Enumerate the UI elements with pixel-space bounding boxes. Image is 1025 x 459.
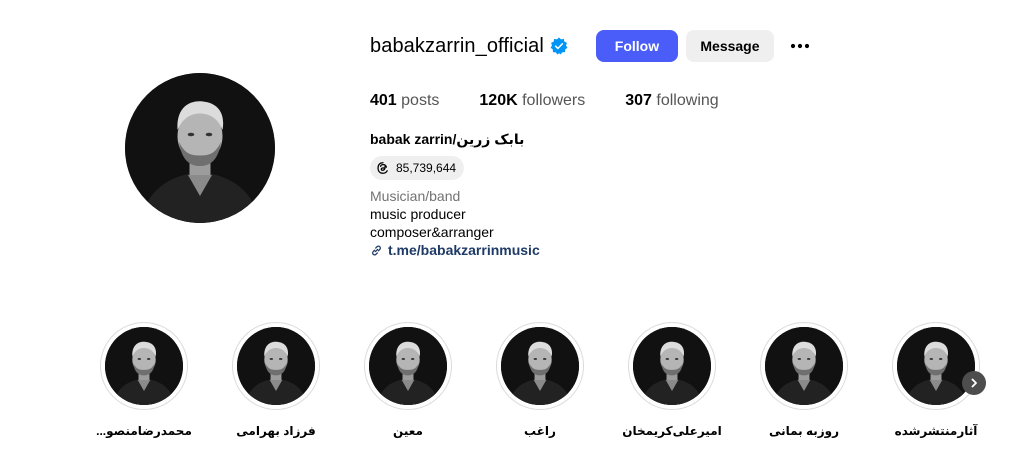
posts-count: 401 [370, 92, 397, 109]
highlight-item[interactable]: فرزاد بهرامی [231, 322, 321, 438]
link-icon [372, 245, 381, 255]
profile-category: Musician/band [370, 188, 461, 204]
highlight-label: معین [393, 424, 423, 438]
highlight-label: امیرعلی‌کریمخان [622, 424, 722, 438]
highlight-item[interactable]: آثارمنتشرشده [891, 322, 981, 438]
following-count: 307 [625, 92, 652, 109]
verified-badge-icon [550, 37, 568, 55]
highlight-ring [232, 322, 320, 410]
threads-icon [377, 162, 388, 174]
profile-photo [125, 73, 275, 223]
posts-label: posts [401, 92, 440, 109]
highlight-item[interactable]: محمدرضامنصو... [96, 322, 192, 438]
follow-button[interactable]: Follow [595, 30, 678, 62]
highlight-item[interactable]: روزبه بمانی [759, 322, 849, 438]
highlight-label: روزبه بمانی [768, 424, 840, 438]
bio-line: music producer [370, 206, 466, 222]
highlight-cover [633, 327, 711, 405]
highlight-label: آثارمنتشرشده [894, 424, 978, 438]
story-highlights: محمدرضامنصو... فرزاد بهرامی معین راغب ام… [0, 0, 1025, 459]
username: babakzarrin_official [370, 34, 544, 57]
following-stat[interactable]: 307 following [625, 92, 718, 110]
highlight-item[interactable]: امیرعلی‌کریمخان [622, 322, 722, 438]
highlight-cover [237, 327, 315, 405]
following-label: following [656, 92, 719, 109]
highlight-label: راغب [524, 424, 556, 438]
username-row: babakzarrin_official Follow Message [370, 30, 812, 62]
highlight-ring [760, 322, 848, 410]
posts-stat: 401 posts [370, 92, 439, 110]
highlight-cover [765, 327, 843, 405]
highlight-item[interactable]: معین [363, 322, 453, 438]
highlight-ring [628, 322, 716, 410]
highlight-ring [892, 322, 980, 410]
followers-label: followers [522, 92, 586, 109]
highlight-item[interactable]: راغب [495, 322, 585, 438]
profile-avatar[interactable] [125, 73, 275, 223]
highlight-cover [501, 327, 579, 405]
message-button[interactable]: Message [685, 30, 774, 62]
highlight-ring [496, 322, 584, 410]
stats-row: 401 posts 120K followers 307 following [370, 92, 759, 110]
bio-line: composer&arranger [370, 224, 494, 240]
followers-stat[interactable]: 120K followers [479, 92, 585, 110]
highlight-cover [897, 327, 975, 405]
highlight-ring [364, 322, 452, 410]
profile-link[interactable]: t.me/babakzarrinmusic [370, 242, 540, 258]
full-name: بابک زرین/babak zarrin [370, 131, 525, 147]
highlight-ring [100, 322, 188, 410]
followers-count: 120K [479, 92, 518, 109]
highlight-cover [369, 327, 447, 405]
profile-link-text: t.me/babakzarrinmusic [388, 242, 540, 258]
more-options-icon[interactable] [788, 34, 812, 58]
threads-badge[interactable]: 85,739,644 [370, 156, 465, 180]
highlight-label: فرزاد بهرامی [236, 424, 316, 438]
threads-count: 85,739,644 [396, 161, 457, 175]
highlight-cover [105, 327, 183, 405]
highlight-label: محمدرضامنصو... [96, 424, 192, 438]
